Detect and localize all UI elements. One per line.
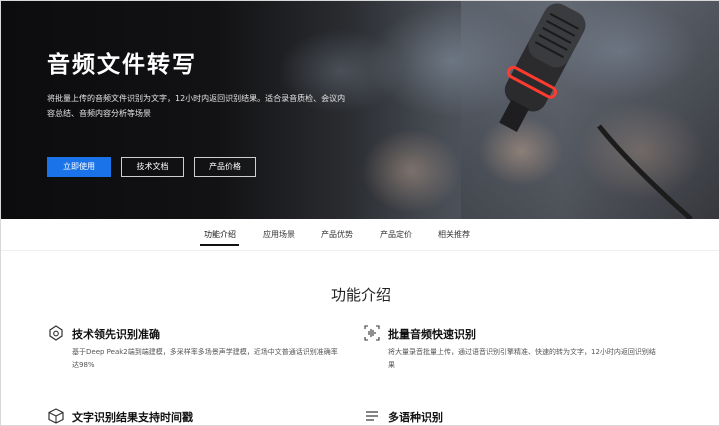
feature-multilingual: 多语种识别 xyxy=(363,407,663,425)
cube-icon xyxy=(48,408,64,424)
hero-banner: 音频文件转写 将批量上传的音频文件识别为文字，12小时内返回识别结果。适合录音质… xyxy=(1,1,719,219)
list-icon xyxy=(366,411,378,421)
audio-wave-icon xyxy=(364,325,380,341)
tab-features[interactable]: 功能介绍 xyxy=(204,229,236,240)
use-now-button[interactable]: 立即使用 xyxy=(47,157,111,177)
tech-docs-button[interactable]: 技术文档 xyxy=(121,157,184,177)
section-tabs: 功能介绍 应用场景 产品优势 产品定价 相关推荐 xyxy=(1,219,719,251)
tab-advantages[interactable]: 产品优势 xyxy=(321,229,353,240)
tab-scenarios[interactable]: 应用场景 xyxy=(263,229,295,240)
feature-title: 技术领先识别准确 xyxy=(72,328,160,341)
tab-pricing[interactable]: 产品定价 xyxy=(380,229,412,240)
microphone-illustration xyxy=(499,3,693,219)
feature-accuracy: 技术领先识别准确 基于Deep Peak2端到端建模，多采样率多场景声学建模，近… xyxy=(47,324,347,374)
feature-title: 文字识别结果支持时间戳 xyxy=(72,411,193,424)
feature-description: 基于Deep Peak2端到端建模，多采样率多场景声学建模，近场中文普通话识别准… xyxy=(72,348,338,369)
hero-title: 音频文件转写 xyxy=(47,52,197,78)
target-icon xyxy=(49,325,63,341)
tab-recommendations[interactable]: 相关推荐 xyxy=(438,229,470,240)
feature-timestamps: 文字识别结果支持时间戳 xyxy=(47,407,347,425)
pricing-button[interactable]: 产品价格 xyxy=(194,157,256,177)
section-title: 功能介绍 xyxy=(330,286,391,304)
hero-description: 将批量上传的音频文件识别为文字，12小时内返回识别结果。适合录音质检、会议内容总… xyxy=(47,94,346,118)
feature-description: 将大量录音批量上传，通过语音识别引擎精准、快速的转为文字，12小时内返回识别结果 xyxy=(388,348,656,369)
active-tab-indicator xyxy=(200,244,239,246)
feature-title: 多语种识别 xyxy=(388,411,443,424)
feature-title: 批量音频快速识别 xyxy=(388,328,476,341)
page-frame: 音频文件转写 将批量上传的音频文件识别为文字，12小时内返回识别结果。适合录音质… xyxy=(0,0,720,426)
feature-batch-recognition: 批量音频快速识别 将大量录音批量上传，通过语音识别引擎精准、快速的转为文字，12… xyxy=(363,324,663,374)
